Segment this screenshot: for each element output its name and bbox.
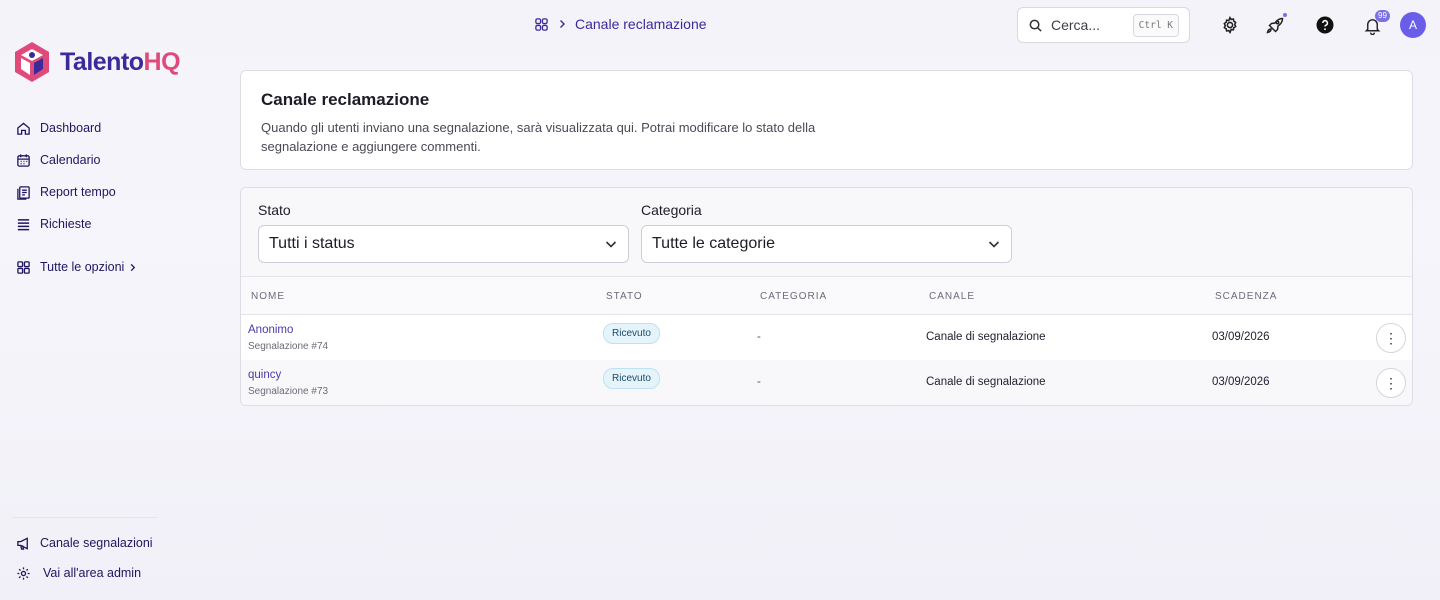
help-icon bbox=[1316, 16, 1334, 34]
row-status-cell: Ricevuto bbox=[603, 323, 660, 344]
table-row[interactable]: Anonimo Segnalazione #74 Ricevuto - Cana… bbox=[241, 315, 1412, 360]
launch-button[interactable] bbox=[1264, 13, 1287, 36]
row-name-cell: quincy Segnalazione #73 bbox=[248, 369, 328, 397]
sidebar-bottom-nav: Canale segnalazioni Vai all'area admin bbox=[16, 528, 153, 588]
status-filter-label: Stato bbox=[258, 202, 291, 218]
column-header-stato[interactable]: STATO bbox=[606, 291, 643, 302]
sidebar-item-label: Calendario bbox=[40, 153, 101, 167]
list-icon bbox=[17, 218, 30, 230]
rocket-icon bbox=[1266, 17, 1284, 34]
sidebar-item-label: Report tempo bbox=[40, 185, 116, 199]
chevron-right-icon bbox=[560, 20, 565, 28]
row-due-date: 03/09/2026 bbox=[1212, 376, 1270, 388]
reports-card: Stato Tutti i status Categoria Tutte le … bbox=[240, 187, 1413, 406]
sidebar-item-label: Tutte le opzioni bbox=[40, 260, 125, 274]
logo[interactable]: TalentoHQ bbox=[12, 40, 181, 84]
status-badge: Ricevuto bbox=[603, 368, 660, 389]
breadcrumb: Canale reclamazione bbox=[534, 16, 707, 32]
sidebar-item-report-tempo[interactable]: Report tempo bbox=[16, 176, 137, 208]
sidebar-item-calendario[interactable]: Calendario bbox=[16, 144, 137, 176]
row-name-cell: Anonimo Segnalazione #74 bbox=[248, 324, 328, 352]
search-input[interactable]: Cerca... Ctrl K bbox=[1017, 7, 1190, 43]
chevron-down-icon bbox=[988, 241, 1000, 248]
logo-text: TalentoHQ bbox=[60, 47, 181, 76]
column-header-canale[interactable]: CANALE bbox=[929, 291, 975, 302]
notifications-badge: 99 bbox=[1375, 10, 1390, 22]
row-channel: Canale di segnalazione bbox=[926, 331, 1046, 343]
chevron-right-icon bbox=[131, 263, 136, 271]
sidebar-nav: Dashboard Calendario Report tempo Richie… bbox=[16, 112, 137, 283]
row-category: - bbox=[757, 376, 761, 388]
settings-button[interactable] bbox=[1219, 14, 1241, 36]
calendar-icon bbox=[17, 153, 30, 167]
row-actions-button[interactable]: ⋮ bbox=[1376, 368, 1406, 398]
home-icon bbox=[17, 121, 30, 135]
launch-indicator-dot bbox=[1283, 13, 1287, 17]
logo-cube-icon bbox=[15, 42, 49, 82]
search-icon bbox=[1029, 19, 1042, 32]
row-subtitle: Segnalazione #74 bbox=[248, 341, 329, 352]
more-vertical-icon: ⋮ bbox=[1384, 329, 1398, 346]
status-badge: Ricevuto bbox=[603, 323, 660, 344]
category-filter-label: Categoria bbox=[641, 202, 702, 218]
more-vertical-icon: ⋮ bbox=[1384, 374, 1398, 391]
sidebar-divider bbox=[12, 517, 158, 518]
category-filter: Categoria Tutte le categorie bbox=[641, 202, 1012, 263]
gear-icon bbox=[17, 566, 30, 580]
column-header-nome[interactable]: NOME bbox=[251, 291, 285, 302]
sidebar-item-label: Dashboard bbox=[40, 121, 102, 135]
sidebar-item-canale-segnalazioni[interactable]: Canale segnalazioni bbox=[16, 528, 153, 558]
chevron-down-icon bbox=[605, 241, 617, 248]
row-status-cell: Ricevuto bbox=[603, 368, 660, 389]
gear-icon bbox=[1223, 16, 1237, 34]
row-due-date: 03/09/2026 bbox=[1212, 331, 1270, 343]
row-subtitle: Segnalazione #73 bbox=[248, 386, 329, 397]
table-header: NOME STATO CATEGORIA CANALE SCADENZA bbox=[241, 277, 1412, 315]
row-name-link[interactable]: quincy bbox=[248, 369, 328, 381]
megaphone-icon bbox=[17, 536, 28, 550]
sidebar: TalentoHQ Dashboard Calendario Report te… bbox=[0, 0, 181, 600]
filters: Stato Tutti i status Categoria Tutte le … bbox=[241, 188, 1412, 277]
row-category: - bbox=[757, 331, 761, 343]
sidebar-item-richieste[interactable]: Richieste bbox=[16, 208, 137, 240]
grid-icon bbox=[17, 260, 30, 274]
sidebar-item-label: Richieste bbox=[40, 217, 92, 231]
intro-card: Canale reclamazione Quando gli utenti in… bbox=[240, 70, 1413, 170]
sidebar-item-dashboard[interactable]: Dashboard bbox=[16, 112, 137, 144]
apps-icon[interactable] bbox=[534, 17, 549, 32]
help-button[interactable] bbox=[1314, 14, 1336, 36]
row-name-link[interactable]: Anonimo bbox=[248, 324, 328, 336]
sidebar-item-admin[interactable]: Vai all'area admin bbox=[16, 558, 153, 588]
row-channel: Canale di segnalazione bbox=[926, 376, 1046, 388]
avatar[interactable]: A bbox=[1400, 12, 1426, 38]
category-select-value: Tutte le categorie bbox=[652, 235, 776, 252]
row-actions-button[interactable]: ⋮ bbox=[1376, 323, 1406, 353]
status-select-value: Tutti i status bbox=[269, 235, 355, 252]
table-row[interactable]: quincy Segnalazione #73 Ricevuto - Canal… bbox=[241, 360, 1412, 405]
sidebar-item-label: Vai all'area admin bbox=[43, 566, 142, 580]
status-filter: Stato Tutti i status bbox=[258, 202, 629, 263]
search-placeholder: Cerca... bbox=[1051, 17, 1101, 33]
status-select[interactable]: Tutti i status bbox=[258, 225, 629, 263]
category-select[interactable]: Tutte le categorie bbox=[641, 225, 1012, 263]
sidebar-item-label: Canale segnalazioni bbox=[40, 536, 153, 550]
sidebar-item-all-options[interactable]: Tutte le opzioni bbox=[16, 251, 137, 283]
page-title: Canale reclamazione bbox=[261, 90, 430, 109]
column-header-categoria[interactable]: CATEGORIA bbox=[760, 291, 827, 302]
report-icon bbox=[17, 185, 30, 200]
page-description: Quando gli utenti inviano una segnalazio… bbox=[261, 120, 816, 154]
search-shortcut: Ctrl K bbox=[1132, 13, 1179, 37]
column-header-scadenza[interactable]: SCADENZA bbox=[1215, 291, 1277, 302]
breadcrumb-current[interactable]: Canale reclamazione bbox=[575, 16, 707, 32]
